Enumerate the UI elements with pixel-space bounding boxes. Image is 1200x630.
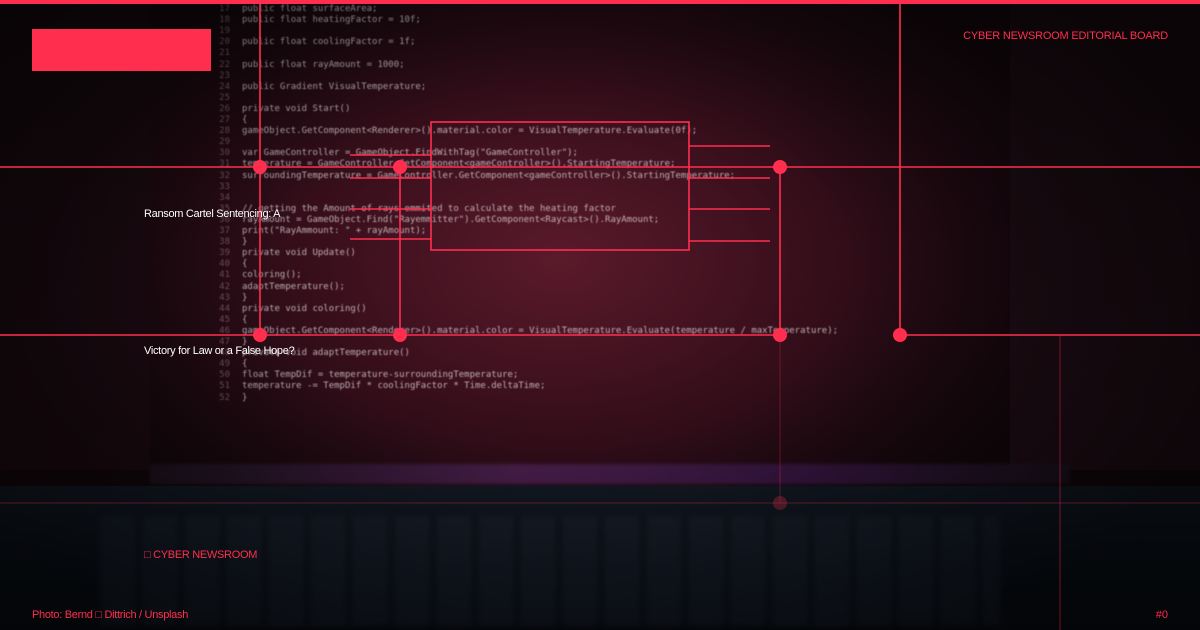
circuit-node [253,328,267,342]
circuit-node [253,160,267,174]
headline-line-1: Ransom Cartel Sentencing: A [144,208,281,220]
circuit-chip [430,121,690,251]
brand-label: □ CYBER NEWSROOM [144,549,258,561]
circuit-node-faint [773,496,787,510]
circuit-node [393,160,407,174]
circuit-node [393,328,407,342]
circuit-node [773,160,787,174]
logo-block [32,29,211,71]
circuit-overlay [0,0,1200,630]
headline-line-2: Victory for Law or a False Hope? [144,345,295,357]
page-number: #0 [1155,609,1168,621]
photo-credit: Photo: Bernd □ Dittrich / Unsplash [32,609,189,621]
circuit-node [773,328,787,342]
editorial-board-label: CYBER NEWSROOM EDITORIAL BOARD [963,30,1168,42]
top-accent-bar [0,0,1200,4]
circuit-node [893,328,907,342]
